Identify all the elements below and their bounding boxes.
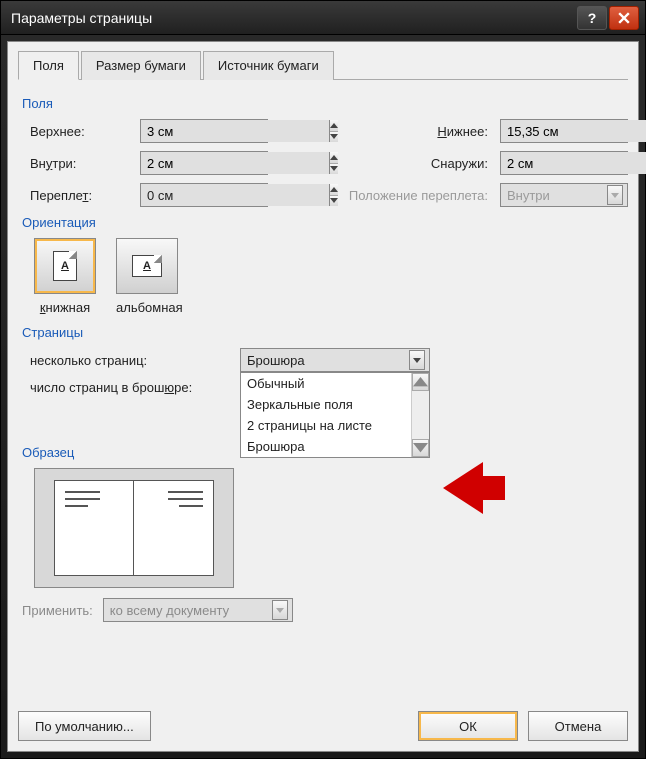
- combo-gutter-pos-text: Внутри: [507, 188, 607, 203]
- combo-multi-pages-wrap: Брошюра Обычный Зеркальные поля 2 страни…: [240, 348, 430, 372]
- section-fields: Поля: [22, 96, 628, 111]
- combo-gutter-pos: Внутри: [500, 183, 628, 207]
- landscape-label: альбомная: [116, 300, 183, 315]
- combo-multi-pages[interactable]: Брошюра: [240, 348, 430, 372]
- orientation-group: A книжная A альбомная: [34, 238, 628, 315]
- preview-box: [34, 468, 234, 588]
- orientation-portrait[interactable]: A книжная: [34, 238, 96, 315]
- portrait-label: книжная: [34, 300, 96, 315]
- dialog-window: Параметры страницы ? Поля Размер бумаги …: [0, 0, 646, 759]
- spin-top[interactable]: [140, 119, 268, 143]
- scroll-down[interactable]: [412, 439, 429, 457]
- label-sheets: число страниц в брошюре:: [30, 380, 240, 395]
- input-bottom[interactable]: [501, 120, 646, 142]
- orientation-landscape[interactable]: A альбомная: [116, 238, 183, 315]
- letter-a-icon: A: [143, 260, 151, 272]
- dropdown-item[interactable]: Обычный: [241, 373, 411, 394]
- spin-inside-up[interactable]: [330, 152, 338, 164]
- tab-content: Поля Верхнее: Нижнее:: [18, 80, 628, 697]
- help-button[interactable]: ?: [577, 6, 607, 30]
- label-gutter-pos: Положение переплета:: [300, 188, 500, 203]
- row-multi-pages: несколько страниц: Брошюра Обычный Зерка…: [30, 348, 628, 372]
- chevron-down-icon: [413, 443, 428, 452]
- chevron-up-icon: [413, 377, 428, 386]
- client-area: Поля Размер бумаги Источник бумаги Поля …: [7, 41, 639, 752]
- combo-multi-pages-text: Брошюра: [247, 353, 409, 368]
- tabstrip: Поля Размер бумаги Источник бумаги: [18, 50, 628, 80]
- preview-sheet-left: [54, 480, 134, 576]
- chevron-down-icon: [413, 358, 421, 363]
- scroll-up[interactable]: [412, 373, 429, 391]
- row-apply: Применить: ко всему документу: [18, 598, 628, 622]
- input-outside[interactable]: [501, 152, 646, 174]
- input-inside[interactable]: [141, 152, 329, 174]
- tab-fields[interactable]: Поля: [18, 51, 79, 80]
- combo-apply: ко всему документу: [103, 598, 293, 622]
- dialog-title: Параметры страницы: [11, 10, 575, 26]
- label-bottom: Нижнее:: [340, 124, 500, 139]
- preview-line: [65, 498, 100, 500]
- chevron-down-icon: [276, 608, 284, 613]
- combo-apply-text: ко всему документу: [110, 603, 272, 618]
- combo-gutter-pos-btn: [607, 185, 623, 205]
- section-orientation: Ориентация: [22, 215, 628, 230]
- preview-sheet-right: [134, 480, 214, 576]
- spin-outside[interactable]: [500, 151, 628, 175]
- dropdown-item[interactable]: Зеркальные поля: [241, 394, 411, 415]
- combo-apply-btn: [272, 600, 288, 620]
- spin-inside-buttons: [329, 152, 338, 174]
- dropdown-list: Обычный Зеркальные поля 2 страницы на ли…: [240, 372, 430, 458]
- dialog-buttons: По умолчанию... ОК Отмена: [18, 711, 628, 741]
- row-top-bottom: Верхнее: Нижнее:: [30, 119, 628, 143]
- fold-icon: [154, 255, 162, 263]
- label-apply: Применить:: [22, 603, 93, 618]
- combo-multi-pages-btn[interactable]: [409, 350, 425, 370]
- portrait-page-icon: A: [53, 251, 77, 281]
- scroll-track[interactable]: [412, 391, 429, 439]
- ok-button[interactable]: ОК: [418, 711, 518, 741]
- preview-line: [65, 491, 100, 493]
- tab-paper-source[interactable]: Источник бумаги: [203, 51, 334, 80]
- section-pages: Страницы: [22, 325, 628, 340]
- row-inside-outside: Внутри: Снаружи:: [30, 151, 628, 175]
- spin-inside[interactable]: [140, 151, 268, 175]
- spin-bottom[interactable]: [500, 119, 628, 143]
- preview-line: [179, 505, 203, 507]
- preview-line: [65, 505, 88, 507]
- preview-line: [168, 491, 203, 493]
- default-button[interactable]: По умолчанию...: [18, 711, 151, 741]
- label-top: Верхнее:: [30, 124, 140, 139]
- label-inside: Внутри:: [30, 156, 140, 171]
- tab-paper-size[interactable]: Размер бумаги: [81, 51, 201, 80]
- landscape-card: A: [116, 238, 178, 294]
- fold-icon: [69, 251, 77, 259]
- spin-top-buttons: [329, 120, 338, 142]
- titlebar: Параметры страницы ?: [1, 1, 645, 35]
- spin-inside-down[interactable]: [330, 164, 338, 175]
- dropdown-scrollbar[interactable]: [411, 373, 429, 457]
- label-multi-pages: несколько страниц:: [30, 353, 240, 368]
- spin-top-down[interactable]: [330, 132, 338, 143]
- label-outside: Снаружи:: [340, 156, 500, 171]
- input-top[interactable]: [141, 120, 329, 142]
- close-button[interactable]: [609, 6, 639, 30]
- preview-line: [168, 498, 203, 500]
- dropdown-items: Обычный Зеркальные поля 2 страницы на ли…: [241, 373, 411, 457]
- cancel-button[interactable]: Отмена: [528, 711, 628, 741]
- row-gutter: Переплет: Положение переплета: Внутри: [30, 183, 628, 207]
- landscape-page-icon: A: [132, 255, 162, 277]
- portrait-card: A: [34, 238, 96, 294]
- letter-a-icon: A: [61, 260, 69, 272]
- label-gutter: Переплет:: [30, 188, 140, 203]
- close-icon: [618, 12, 630, 24]
- spin-gutter[interactable]: [140, 183, 268, 207]
- spin-top-up[interactable]: [330, 120, 338, 132]
- dropdown-item[interactable]: 2 страницы на листе: [241, 415, 411, 436]
- dropdown-item[interactable]: Брошюра: [241, 436, 411, 457]
